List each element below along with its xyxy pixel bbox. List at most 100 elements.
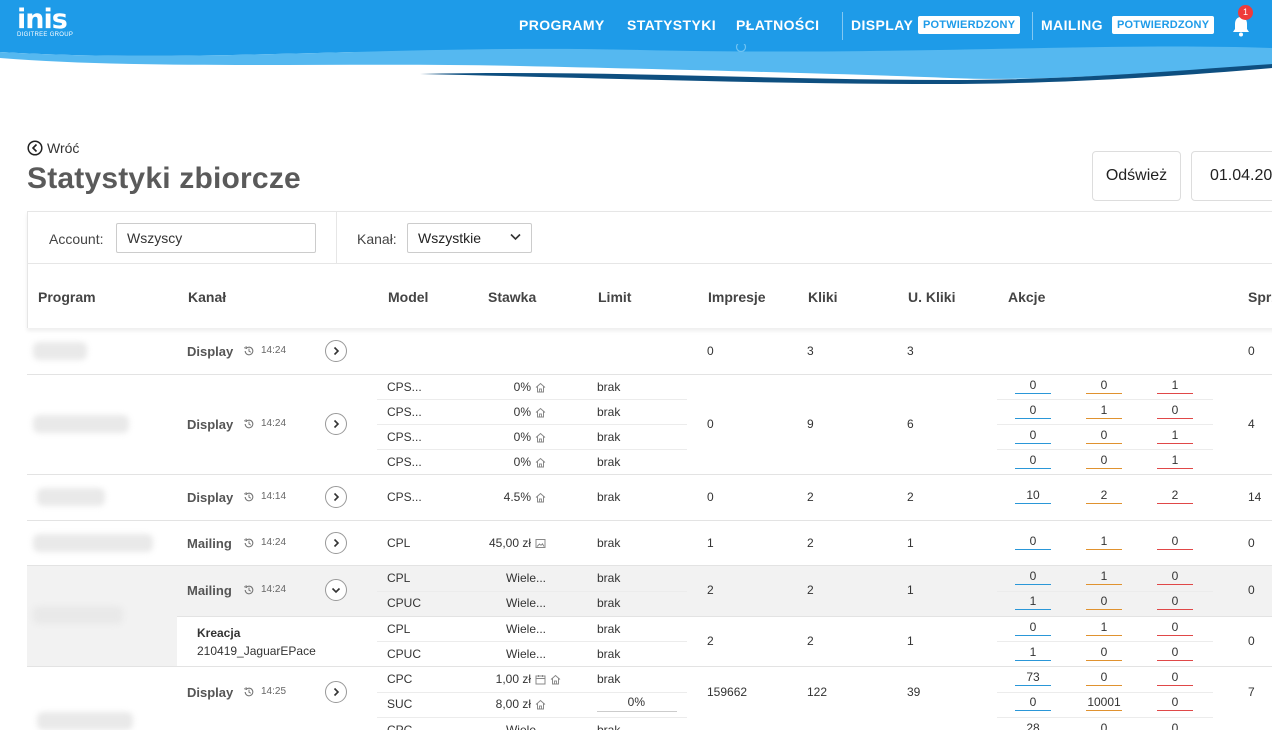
rate-cell: 8,00 zł xyxy=(420,697,546,711)
action-value[interactable]: 2 xyxy=(1086,488,1122,502)
nav-programy[interactable]: PROGRAMY xyxy=(519,17,605,35)
action-underline xyxy=(1015,503,1051,504)
action-value[interactable]: 0 xyxy=(1015,534,1051,548)
action-value[interactable]: 1 xyxy=(1157,428,1193,442)
action-value[interactable]: 73 xyxy=(1015,670,1051,684)
action-value[interactable]: 0 xyxy=(1086,721,1122,730)
limit-value: brak xyxy=(597,596,621,611)
action-value[interactable]: 0 xyxy=(1157,594,1193,608)
action-value[interactable]: 0 xyxy=(1086,645,1122,659)
action-value[interactable]: 0 xyxy=(1086,428,1122,442)
action-value[interactable]: 0 xyxy=(1086,670,1122,684)
action-value[interactable]: 1 xyxy=(1015,594,1051,608)
account-filter-input[interactable]: Wszyscy xyxy=(116,223,316,253)
action-value[interactable]: 0 xyxy=(1157,645,1193,659)
nav-mailing[interactable]: MAILING xyxy=(1041,17,1103,35)
limit-value: brak xyxy=(597,671,621,686)
column-header-akcje[interactable]: Akcje xyxy=(1008,289,1045,305)
action-underline xyxy=(1157,609,1193,611)
action-value[interactable]: 0 xyxy=(1157,403,1193,417)
action-underline xyxy=(1086,417,1122,419)
column-header-kanal[interactable]: Kanał xyxy=(188,289,226,305)
column-header-sprzedaz[interactable]: Sprz xyxy=(1248,289,1272,305)
action-underline xyxy=(1157,392,1193,394)
subrow-divider xyxy=(377,449,687,450)
collapse-row-button[interactable] xyxy=(325,579,347,601)
program-name-redacted xyxy=(33,415,129,433)
column-header-impresje[interactable]: Impresje xyxy=(708,289,766,305)
home-icon xyxy=(535,700,546,710)
refresh-button[interactable]: Odśwież xyxy=(1092,151,1181,201)
action-value[interactable]: 1 xyxy=(1015,645,1051,659)
column-header-limit[interactable]: Limit xyxy=(598,289,631,305)
action-value[interactable]: 0 xyxy=(1157,534,1193,548)
action-value[interactable]: 0 xyxy=(1157,695,1193,709)
clicks-value: 2 xyxy=(807,634,814,648)
channel-filter-select[interactable]: Wszystkie xyxy=(407,223,532,253)
expand-row-button[interactable] xyxy=(325,413,347,435)
rate-value: 45,00 zł xyxy=(488,535,531,550)
expand-row-button[interactable] xyxy=(325,340,347,362)
impressions-value: 159662 xyxy=(707,685,748,699)
action-value[interactable]: 0 xyxy=(1157,620,1193,634)
action-value[interactable]: 1 xyxy=(1086,569,1122,583)
action-value[interactable]: 0 xyxy=(1157,721,1193,730)
sales-value: 0 xyxy=(1248,634,1255,648)
action-value[interactable]: 0 xyxy=(1157,670,1193,684)
row-divider xyxy=(27,474,1272,475)
action-underline xyxy=(1015,392,1051,394)
rate-cell: 0% xyxy=(420,380,546,394)
action-value[interactable]: 0 xyxy=(1015,569,1051,583)
column-header-model[interactable]: Model xyxy=(388,289,428,305)
action-value[interactable]: 0 xyxy=(1015,403,1051,417)
action-value[interactable]: 0 xyxy=(1086,453,1122,467)
column-header-u-kliki[interactable]: U. Kliki xyxy=(908,289,955,305)
expand-row-button[interactable] xyxy=(325,531,347,554)
action-value[interactable]: 10 xyxy=(1015,488,1051,502)
action-value[interactable]: 0 xyxy=(1157,569,1193,583)
action-value[interactable]: 0 xyxy=(1015,428,1051,442)
nav-display[interactable]: DISPLAY xyxy=(851,17,913,35)
action-value[interactable]: 1 xyxy=(1086,534,1122,548)
action-value[interactable]: 0 xyxy=(1086,378,1122,392)
column-header-kliki[interactable]: Kliki xyxy=(808,289,838,305)
action-value[interactable]: 0 xyxy=(1086,594,1122,608)
action-value[interactable]: 0 xyxy=(1015,695,1051,709)
action-underline xyxy=(1015,710,1051,712)
action-value[interactable]: 28 xyxy=(1015,721,1051,730)
inis-logo[interactable]: inis DIGITREE GROUP xyxy=(17,5,73,39)
action-value[interactable]: 1 xyxy=(1086,620,1122,634)
channel-name: Display xyxy=(187,490,234,505)
program-name-redacted xyxy=(37,712,133,730)
rate-value: 4.5% xyxy=(503,490,531,504)
action-value[interactable]: 1 xyxy=(1086,403,1122,417)
channel-name: Display xyxy=(187,344,234,359)
action-underline xyxy=(1157,548,1193,550)
action-value[interactable]: 10001 xyxy=(1086,695,1122,709)
action-value[interactable]: 0 xyxy=(1015,378,1051,392)
date-range-picker[interactable]: 01.04.20 xyxy=(1191,151,1272,201)
expand-row-button[interactable] xyxy=(325,681,347,703)
model-value: CPS... xyxy=(387,379,422,394)
page-title: Statystyki zbiorcze xyxy=(27,162,301,195)
action-value[interactable]: 0 xyxy=(1015,620,1051,634)
action-value[interactable]: 2 xyxy=(1157,488,1193,502)
arrow-left-circle-icon xyxy=(27,140,43,156)
program-name-redacted xyxy=(33,533,153,552)
unique-clicks-value: 1 xyxy=(907,634,914,648)
column-header-program[interactable]: Program xyxy=(38,289,96,305)
action-value[interactable]: 1 xyxy=(1157,378,1193,392)
action-underline xyxy=(1086,609,1122,611)
action-underline xyxy=(1157,503,1193,504)
limit-value: brak xyxy=(597,621,621,636)
column-header-stawka[interactable]: Stawka xyxy=(488,289,536,305)
action-value[interactable]: 1 xyxy=(1157,453,1193,467)
model-value: CPC xyxy=(387,671,413,686)
expand-row-button[interactable] xyxy=(325,486,347,508)
nav-statystyki[interactable]: STATYSTYKI xyxy=(627,17,716,35)
action-value[interactable]: 0 xyxy=(1015,453,1051,467)
unique-clicks-value: 6 xyxy=(907,417,914,431)
program-name-redacted xyxy=(37,488,105,506)
nav-platnosci[interactable]: PŁATNOŚCI xyxy=(736,17,819,35)
back-link[interactable]: Wróć xyxy=(27,140,79,156)
